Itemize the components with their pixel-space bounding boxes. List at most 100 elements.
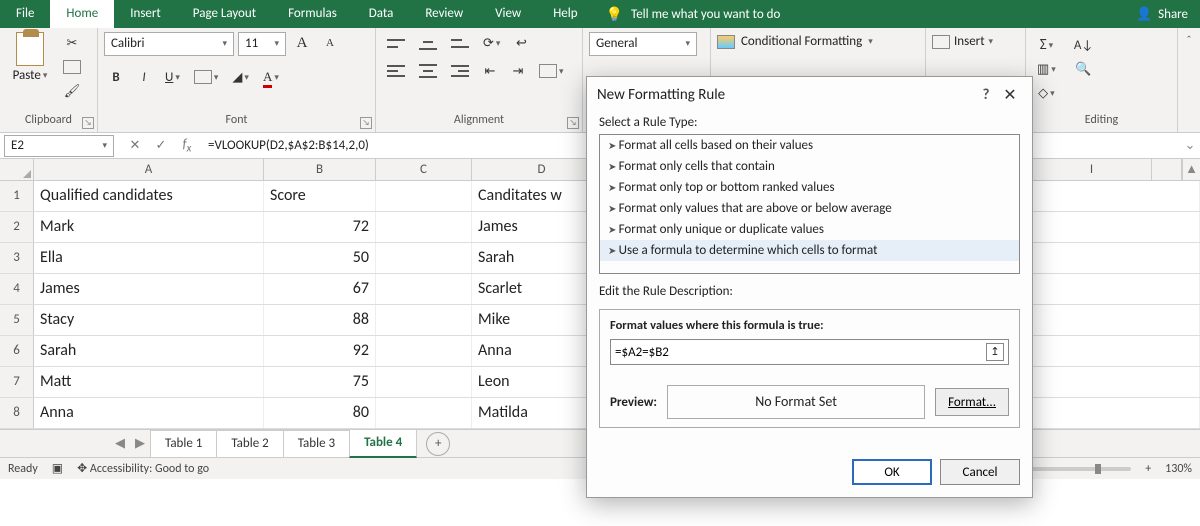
expand-formula-bar[interactable]: ⌄ [1180,138,1200,153]
cell[interactable]: Ella [34,243,264,273]
accessibility-status[interactable]: ✥ Accessibility: Good to go [77,461,209,476]
sheet-tab-1[interactable]: Table 1 [150,430,217,457]
cell[interactable] [376,305,472,335]
cell[interactable]: 50 [264,243,376,273]
row-head-1[interactable]: 1 [0,181,34,211]
col-head-A[interactable]: A [34,159,264,180]
share-button[interactable]: 👤 Share [1124,0,1200,28]
rule-type-item[interactable]: Format only cells that contain [600,156,1019,177]
name-box[interactable]: E2▾ [4,135,114,157]
cell[interactable] [376,336,472,366]
cell[interactable]: 80 [264,398,376,428]
rule-type-item[interactable]: Format only unique or duplicate values [600,219,1019,240]
paste-button[interactable]: Paste ▾ [6,32,54,83]
tab-insert[interactable]: Insert [114,0,177,28]
align-bottom-button[interactable] [446,32,474,54]
cell[interactable]: Mark [34,212,264,242]
align-right-button[interactable] [446,60,474,82]
italic-button[interactable]: I [132,66,156,88]
align-left-button[interactable] [382,60,410,82]
zoom-in-button[interactable]: + [1145,462,1151,476]
rule-type-item[interactable]: Format all cells based on their values [600,135,1019,156]
cell[interactable]: Anna [34,398,264,428]
cell[interactable]: 75 [264,367,376,397]
ok-button[interactable]: OK [852,459,932,485]
wrap-text-button[interactable]: ↩ [509,32,533,54]
col-head-B[interactable]: B [264,159,376,180]
cancel-button[interactable]: Cancel [940,459,1020,485]
zoom-value[interactable]: 130% [1165,462,1192,476]
find-select-button[interactable]: 🔍 [1069,58,1098,80]
row-head[interactable]: 8 [0,398,34,428]
sheet-tab-2[interactable]: Table 2 [216,430,283,457]
copy-button[interactable] [58,56,86,78]
font-color-button[interactable]: A [258,66,284,88]
borders-button[interactable] [189,66,224,88]
cell[interactable] [376,398,472,428]
row-head[interactable]: 4 [0,274,34,304]
col-head-I[interactable]: I [1032,159,1152,180]
rule-type-item[interactable]: Format only top or bottom ranked values [600,177,1019,198]
decrease-indent-button[interactable]: ⇤ [478,60,502,82]
clear-button[interactable]: ◇ [1032,82,1061,104]
add-sheet-button[interactable]: + [426,432,450,456]
macro-record-icon[interactable]: ▣ [52,461,63,476]
cell[interactable] [376,274,472,304]
dialog-help-button[interactable]: ? [974,86,998,104]
rule-type-item[interactable]: Format only values that are above or bel… [600,198,1019,219]
rule-formula-input[interactable] [615,345,986,360]
select-all-corner[interactable] [0,159,34,180]
conditional-formatting-button[interactable]: Conditional Formatting ▾ [717,34,873,49]
cancel-edit-button[interactable]: ✕ [122,138,148,153]
increase-font-button[interactable]: A [290,32,314,54]
number-format-select[interactable]: General▾ [589,32,697,56]
alignment-dialog-launcher[interactable]: ↘ [567,117,579,129]
row-head[interactable]: 6 [0,336,34,366]
increase-indent-button[interactable]: ⇥ [506,60,530,82]
sort-filter-button[interactable]: A↓ [1069,34,1098,56]
clipboard-dialog-launcher[interactable]: ↘ [82,117,94,129]
tab-formulas[interactable]: Formulas [272,0,353,28]
tab-pagelayout[interactable]: Page Layout [177,0,272,28]
rule-type-list[interactable]: Format all cells based on their valuesFo… [599,134,1020,274]
fill-color-button[interactable]: ◢ [227,66,254,88]
cell[interactable] [376,243,472,273]
underline-button[interactable]: U [160,66,185,88]
rule-type-item[interactable]: Use a formula to determine which cells t… [600,240,1019,261]
tab-data[interactable]: Data [353,0,410,28]
orientation-button[interactable]: ⟳ [478,32,505,54]
row-head[interactable]: 2 [0,212,34,242]
decrease-font-button[interactable]: A [318,32,342,54]
autosum-button[interactable]: Σ [1032,34,1061,56]
sheet-tab-4[interactable]: Table 4 [349,429,417,458]
tab-help[interactable]: Help [537,0,593,28]
fill-button[interactable]: ▥ [1032,58,1061,80]
insert-cells-button[interactable]: Insert ▾ [932,34,993,49]
cell[interactable]: 67 [264,274,376,304]
font-size-select[interactable]: 11▾ [238,32,286,56]
dialog-close-button[interactable]: ✕ [998,85,1022,105]
row-head[interactable]: 7 [0,367,34,397]
cell[interactable]: James [34,274,264,304]
tell-me[interactable]: 💡 Tell me what you want to do [594,0,1124,28]
tab-home[interactable]: Home [50,0,114,28]
cell[interactable] [376,367,472,397]
row-head[interactable]: 3 [0,243,34,273]
cell-B1[interactable]: Score [264,181,376,211]
sheet-tab-3[interactable]: Table 3 [283,430,350,457]
cell[interactable]: Matt [34,367,264,397]
sheet-nav-prev[interactable]: ◀ [110,436,130,451]
collapse-ribbon-button[interactable]: ˆ [1178,28,1200,132]
sheet-nav-next[interactable]: ▶ [130,436,150,451]
col-head-C[interactable]: C [376,159,472,180]
fx-button[interactable]: fx [174,137,200,155]
cell-C1[interactable] [376,181,472,211]
font-dialog-launcher[interactable]: ↘ [360,117,372,129]
tab-view[interactable]: View [479,0,537,28]
font-name-select[interactable]: Calibri▾ [104,32,234,56]
cell[interactable]: 72 [264,212,376,242]
align-top-button[interactable] [382,32,410,54]
cell[interactable]: 92 [264,336,376,366]
tab-file[interactable]: File [0,0,50,28]
range-picker-button[interactable]: ↥ [986,343,1004,361]
